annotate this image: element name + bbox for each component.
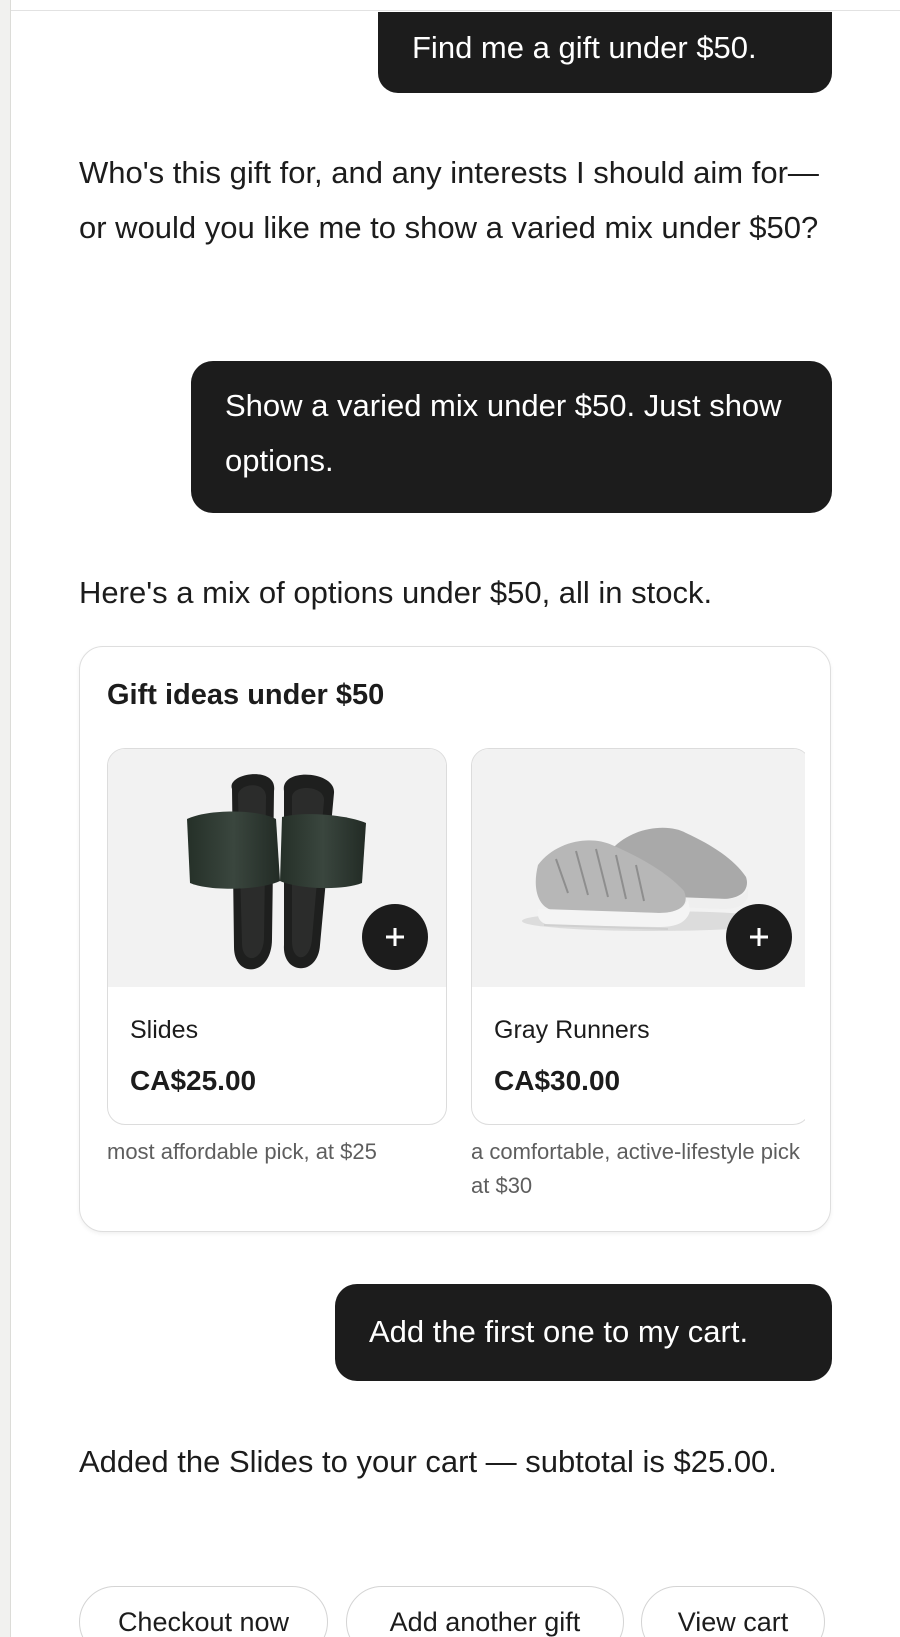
assistant-message: Here's a mix of options under $50, all i… <box>79 575 713 610</box>
checkout-now-button[interactable]: Checkout now <box>79 1586 328 1637</box>
gift-card-title: Gift ideas under $50 <box>107 679 385 711</box>
product-name: Slides <box>130 1016 199 1044</box>
product-note: a comfortable, active-lifestyle pick at … <box>471 1135 805 1203</box>
add-another-gift-button[interactable]: Add another gift <box>346 1586 624 1637</box>
sidebar-edge <box>0 0 11 1637</box>
plus-icon <box>386 928 404 946</box>
add-to-cart-button[interactable] <box>362 904 428 970</box>
product-carousel[interactable]: Slides CA$25.00 most affordable pick, at… <box>107 748 805 1218</box>
product-card[interactable]: Gray Runners CA$30.00 <box>471 748 805 1125</box>
gift-ideas-card: Gift ideas under $50 Slides CA$25.00 mos… <box>79 646 831 1232</box>
product-price: CA$30.00 <box>494 1065 621 1096</box>
user-message-text: Show a varied mix under $50. Just show o… <box>225 388 782 478</box>
product-name: Gray Runners <box>494 1016 650 1044</box>
product-item-slides: Slides CA$25.00 most affordable pick, at… <box>107 748 447 1169</box>
user-message-bubble: Add the first one to my cart. <box>335 1284 832 1381</box>
product-note-text: a comfortable, active-lifestyle pick at … <box>471 1139 800 1198</box>
quick-action-chips: Checkout now Add another gift View cart <box>79 1586 900 1637</box>
plus-icon <box>750 928 768 946</box>
product-card[interactable]: Slides CA$25.00 <box>107 748 447 1125</box>
add-to-cart-button[interactable] <box>726 904 792 970</box>
product-price: CA$25.00 <box>130 1065 257 1096</box>
assistant-message: Added the Slides to your cart — subtotal… <box>79 1444 777 1479</box>
user-message-text: Add the first one to my cart. <box>369 1314 749 1349</box>
chat-page: Find me a gift under $50. Who's this gif… <box>0 0 900 1637</box>
user-message-bubble: Show a varied mix under $50. Just show o… <box>191 361 832 513</box>
product-note: most affordable pick, at $25 <box>107 1139 377 1164</box>
view-cart-button[interactable]: View cart <box>641 1586 825 1637</box>
assistant-message: Who's this gift for, and any interests I… <box>79 155 819 245</box>
product-item-gray-runners: Gray Runners CA$30.00 a comfortable, act… <box>471 748 805 1203</box>
user-message-text: Find me a gift under $50. <box>412 30 757 65</box>
user-message-bubble: Find me a gift under $50. <box>378 12 832 93</box>
top-divider <box>11 10 900 11</box>
